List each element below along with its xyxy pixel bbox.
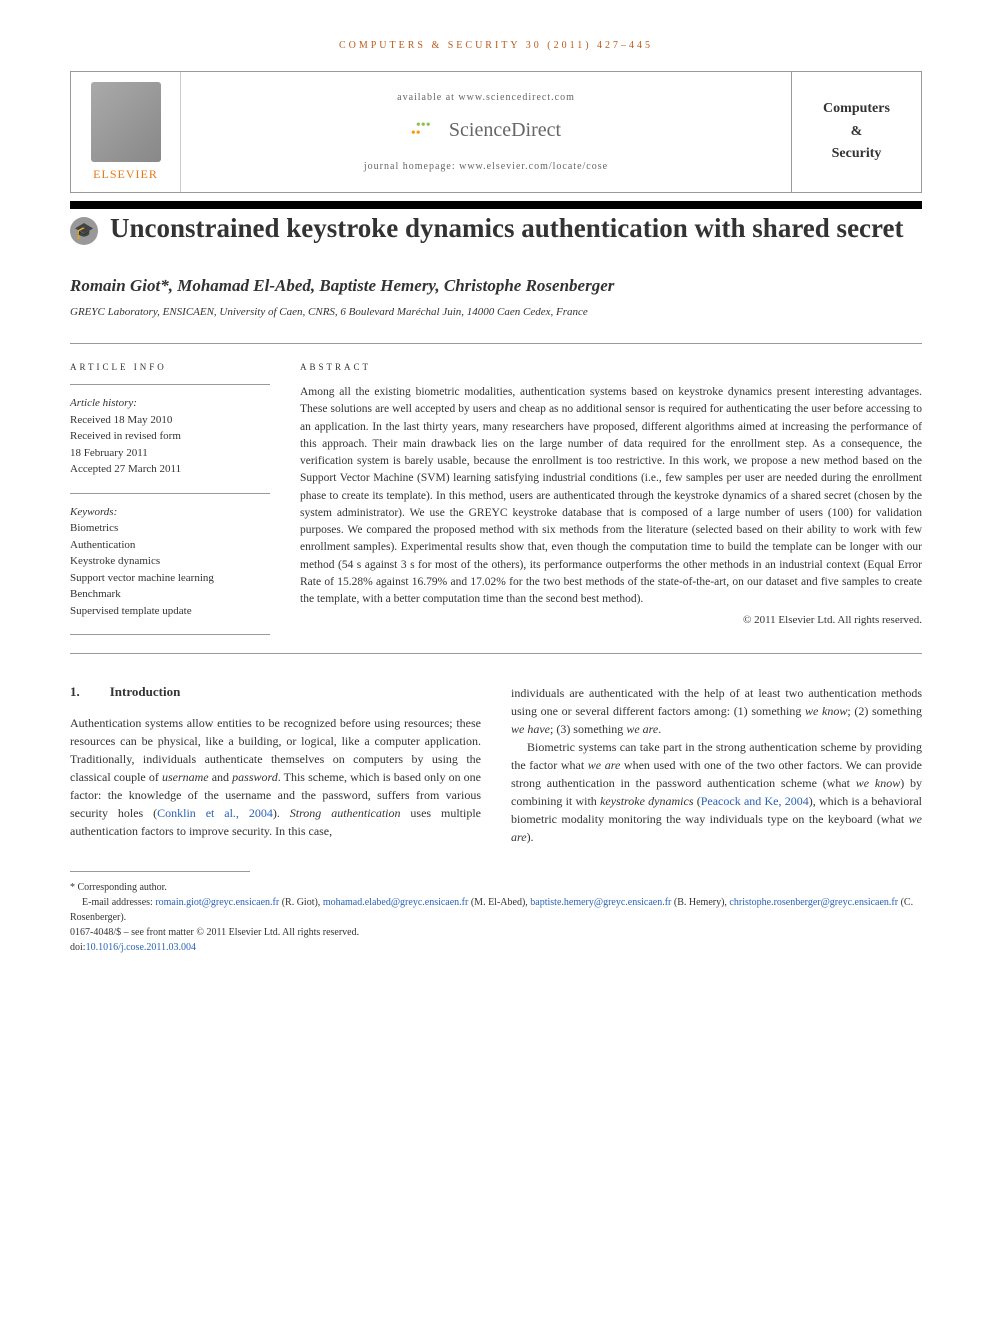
keywords-block: Keywords: Biometrics Authentication Keys… [70, 504, 270, 620]
article-info-column: ARTICLE INFO Article history: Received 1… [70, 362, 270, 635]
intro-paragraph-right: individuals are authenticated with the h… [511, 684, 922, 846]
sciencedirect-logo: ScienceDirect [411, 118, 561, 143]
section-number: 1. [70, 684, 80, 699]
body-columns: 1. Introduction Authentication systems al… [70, 684, 922, 846]
abstract-column: ABSTRACT Among all the existing biometri… [300, 362, 922, 635]
email-link[interactable]: baptiste.hemery@greyc.ensicaen.fr [530, 897, 671, 908]
body-column-right: individuals are authenticated with the h… [511, 684, 922, 846]
text-italic: we have [511, 722, 550, 736]
citation-link[interactable]: Conklin et al., 2004 [157, 806, 273, 820]
email-list: E-mail addresses: romain.giot@greyc.ensi… [70, 895, 922, 925]
journal-name: Computers & Security [823, 98, 890, 165]
text-span: ( [693, 794, 700, 808]
text-italic: we are [626, 722, 658, 736]
doi-label: doi: [70, 942, 86, 953]
text-span: (R. Giot), [279, 897, 323, 908]
keyword-item: Authentication [70, 537, 270, 554]
text-span: . [658, 722, 661, 736]
text-italic: username [162, 770, 209, 784]
section-title: Introduction [110, 684, 181, 699]
keyword-item: Keystroke dynamics [70, 553, 270, 570]
keyword-item: Biometrics [70, 520, 270, 537]
sciencedirect-text: ScienceDirect [449, 119, 561, 142]
emails-label: E-mail addresses: [82, 897, 155, 908]
article-history-block: Article history: Received 18 May 2010 Re… [70, 395, 270, 478]
citation-link[interactable]: Peacock and Ke, 2004 [701, 794, 809, 808]
received-date: Received 18 May 2010 [70, 412, 270, 429]
keyword-item: Benchmark [70, 586, 270, 603]
keyword-item: Supervised template update [70, 603, 270, 620]
elsevier-tree-icon [91, 82, 161, 162]
article-info-heading: ARTICLE INFO [70, 362, 270, 372]
elsevier-label: ELSEVIER [93, 167, 158, 182]
text-italic: Strong authentication [290, 806, 401, 820]
journal-name-box: Computers & Security [791, 72, 921, 192]
abstract-text: Among all the existing biometric modalit… [300, 384, 922, 608]
title-bar-decoration [70, 201, 922, 209]
text-span: and [209, 770, 233, 784]
info-divider-3 [70, 634, 270, 635]
sciencedirect-block: available at www.sciencedirect.com Scien… [181, 72, 791, 192]
keyword-item: Support vector machine learning [70, 570, 270, 587]
doi-line: doi:10.1016/j.cose.2011.03.004 [70, 940, 922, 955]
journal-name-line2: & [823, 121, 890, 143]
text-span: (B. Hemery), [671, 897, 729, 908]
elsevier-logo-block: ELSEVIER [71, 72, 181, 192]
divider-bottom [70, 653, 922, 654]
keywords-label: Keywords: [70, 504, 270, 521]
text-italic: password [232, 770, 278, 784]
doi-link[interactable]: 10.1016/j.cose.2011.03.004 [86, 942, 196, 953]
revised-label: Received in revised form [70, 428, 270, 445]
intro-paragraph-left: Authentication systems allow entities to… [70, 714, 481, 840]
text-span: ; (3) something [550, 722, 626, 736]
text-italic: we know [856, 776, 900, 790]
graduation-cap-icon: 🎓 [70, 217, 98, 245]
footer-divider [70, 871, 250, 872]
info-abstract-row: ARTICLE INFO Article history: Received 1… [70, 344, 922, 653]
text-span: ; (2) something [847, 704, 922, 718]
body-column-left: 1. Introduction Authentication systems al… [70, 684, 481, 846]
affiliation-text: GREYC Laboratory, ENSICAEN, University o… [70, 306, 922, 318]
text-italic: we are [588, 758, 621, 772]
text-italic: keystroke dynamics [600, 794, 693, 808]
text-span: ). [273, 806, 290, 820]
journal-name-line1: Computers [823, 98, 890, 120]
journal-name-line3: Security [823, 143, 890, 165]
email-link[interactable]: mohamad.elabed@greyc.ensicaen.fr [323, 897, 469, 908]
article-title: Unconstrained keystroke dynamics authent… [110, 211, 922, 246]
text-span: ). [527, 830, 534, 844]
text-span: (M. El-Abed), [468, 897, 530, 908]
journal-header-citation: COMPUTERS & SECURITY 30 (2011) 427–445 [70, 40, 922, 51]
footer-block: * Corresponding author. E-mail addresses… [70, 880, 922, 955]
email-link[interactable]: romain.giot@greyc.ensicaen.fr [155, 897, 279, 908]
sciencedirect-icon [411, 118, 441, 143]
abstract-heading: ABSTRACT [300, 362, 922, 372]
email-link[interactable]: christophe.rosenberger@greyc.ensicaen.fr [729, 897, 898, 908]
copyright-text: © 2011 Elsevier Ltd. All rights reserved… [300, 614, 922, 626]
text-italic: we know [805, 704, 847, 718]
authors-list: Romain Giot*, Mohamad El-Abed, Baptiste … [70, 276, 922, 296]
info-divider-1 [70, 384, 270, 385]
issn-copyright: 0167-4048/$ – see front matter © 2011 El… [70, 925, 922, 940]
journal-homepage-text: journal homepage: www.elsevier.com/locat… [364, 161, 608, 172]
available-at-text: available at www.sciencedirect.com [397, 92, 575, 103]
publisher-header-box: ELSEVIER available at www.sciencedirect.… [70, 71, 922, 193]
title-row: 🎓 Unconstrained keystroke dynamics authe… [70, 211, 922, 246]
revised-date: 18 February 2011 [70, 445, 270, 462]
accepted-date: Accepted 27 March 2011 [70, 461, 270, 478]
corresponding-author: * Corresponding author. [70, 880, 922, 895]
section-heading-intro: 1. Introduction [70, 684, 481, 700]
history-label: Article history: [70, 395, 270, 412]
info-divider-2 [70, 493, 270, 494]
